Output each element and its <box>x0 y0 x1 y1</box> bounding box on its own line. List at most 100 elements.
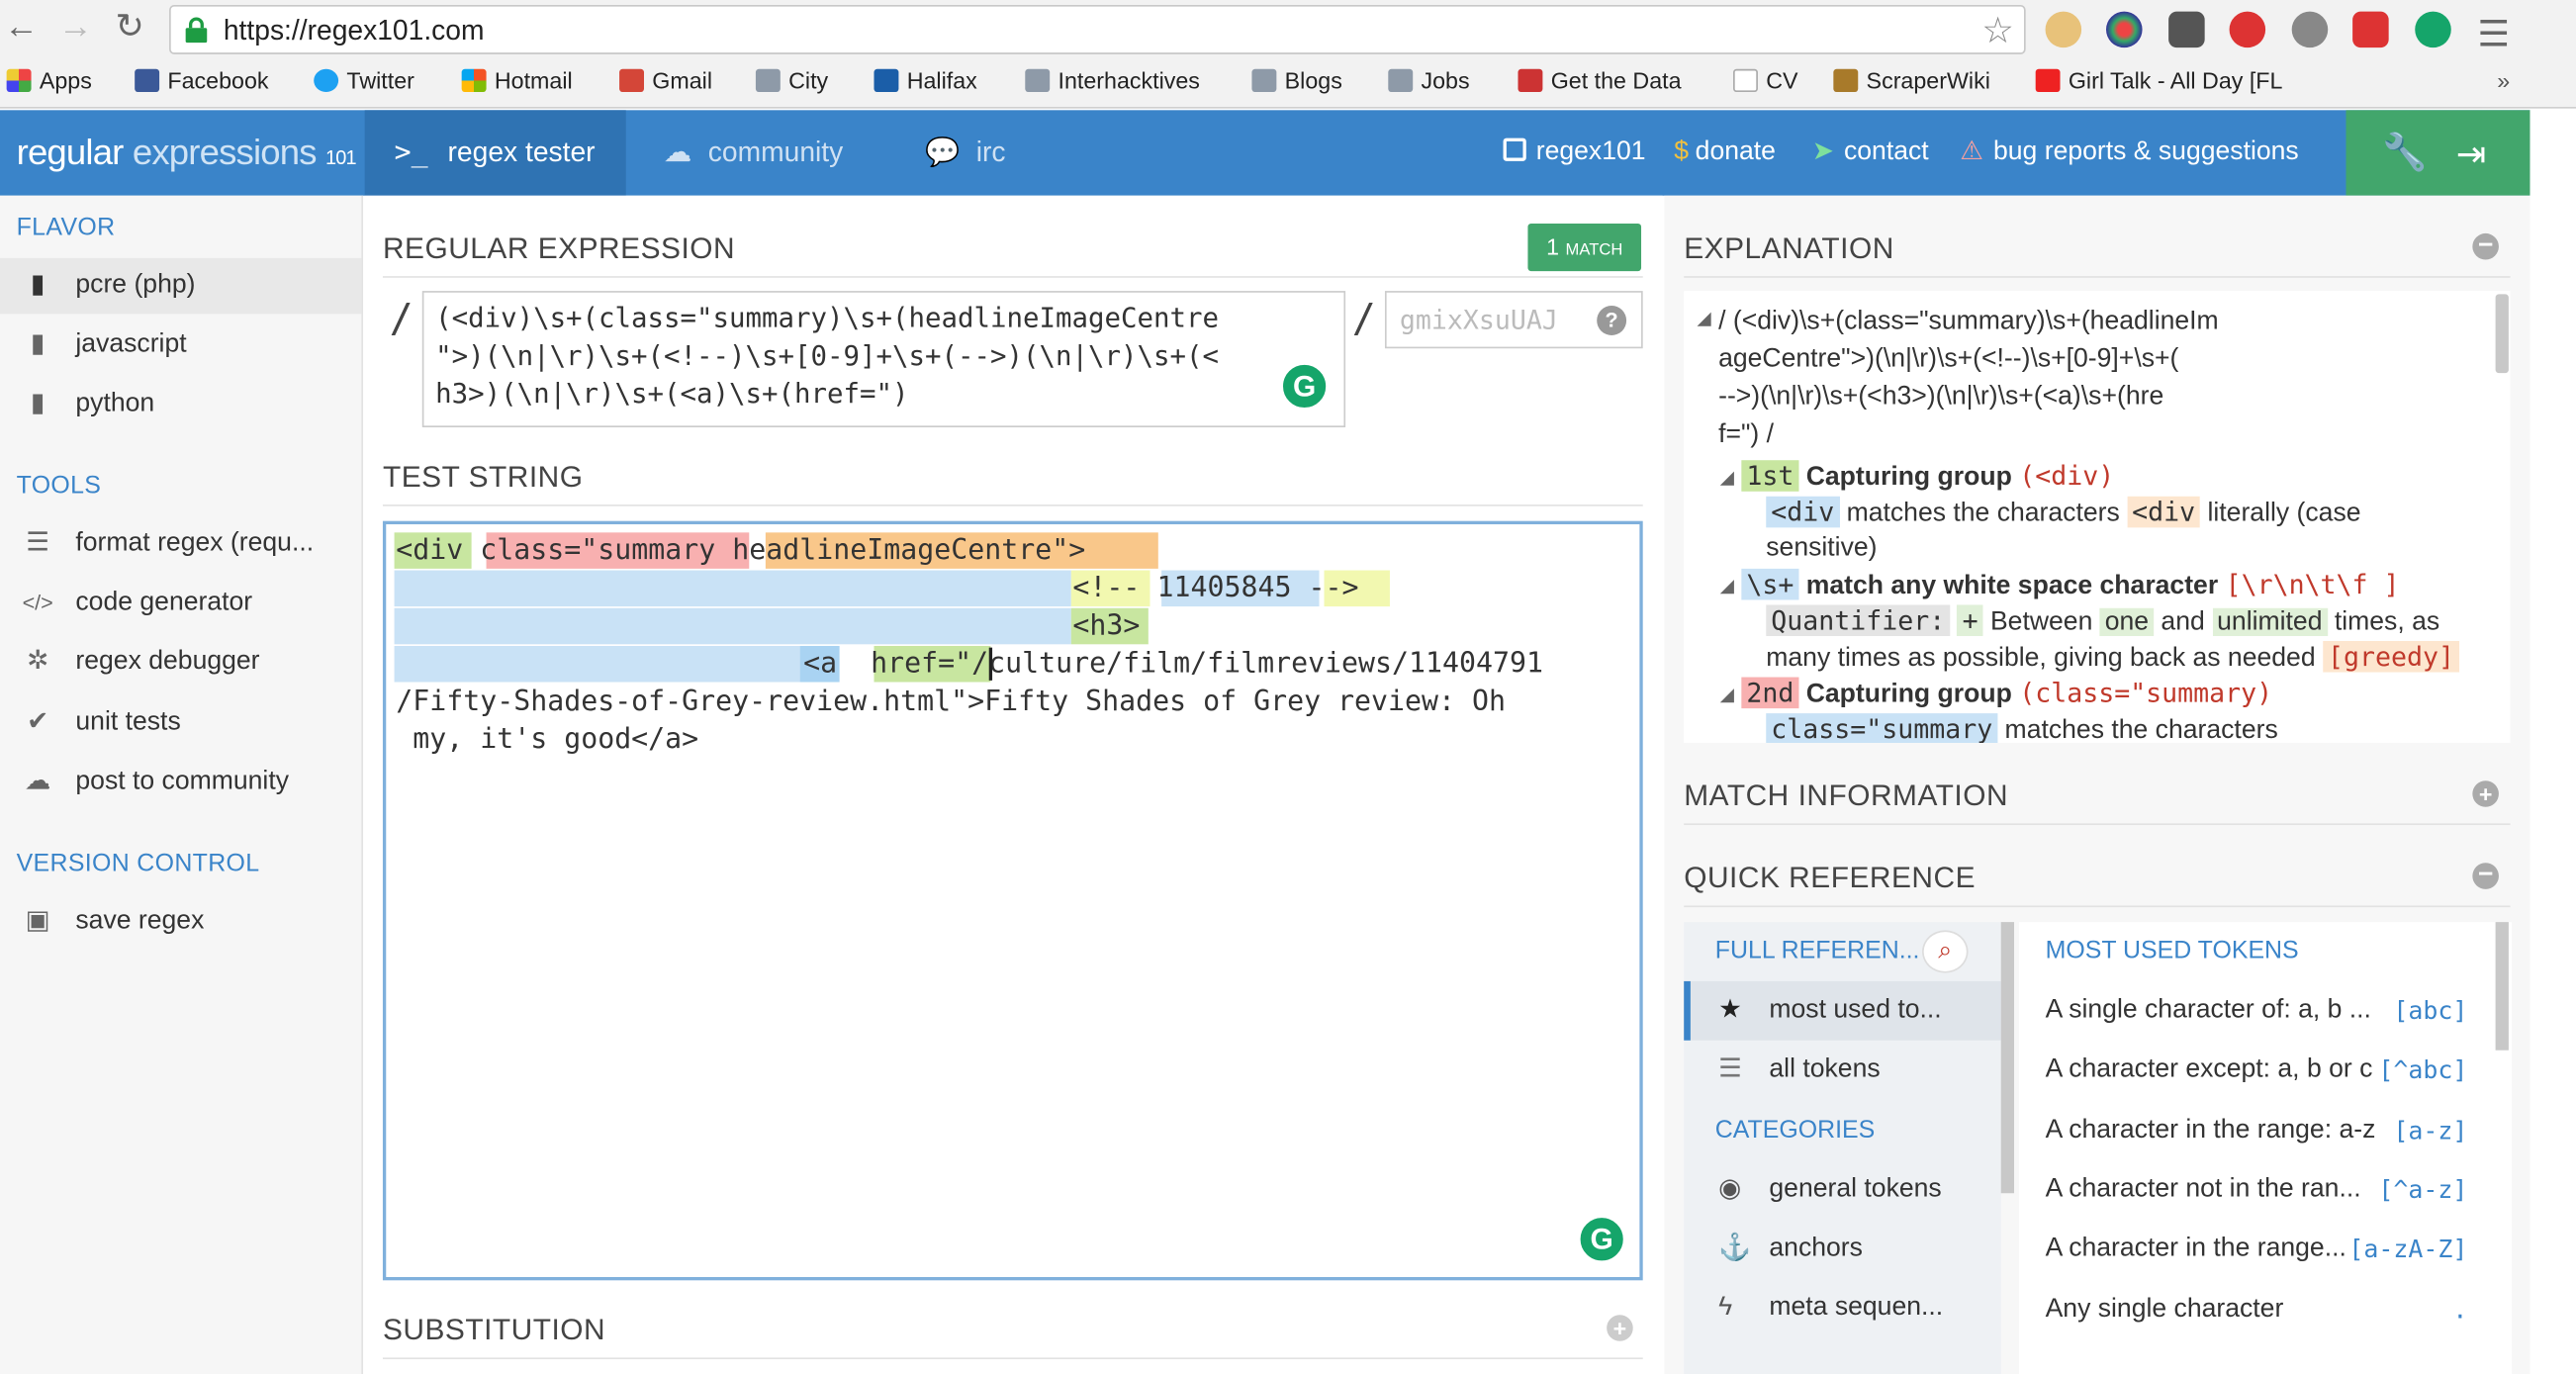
pocket-icon[interactable] <box>2168 11 2205 48</box>
extension-gear-icon[interactable] <box>2291 11 2329 48</box>
collapse-quick-reference-icon[interactable]: − <box>2472 862 2499 889</box>
save-regex[interactable]: ▣ save regex <box>0 894 361 950</box>
extension-color-icon[interactable] <box>2106 11 2143 48</box>
bookmarks-overflow[interactable]: » <box>2497 62 2510 99</box>
bookmark-city[interactable]: City <box>755 62 828 99</box>
pinterest-icon[interactable] <box>2229 11 2266 48</box>
quickref-token-row[interactable]: A character except: a, b or c [^abc] <box>2046 1041 2468 1100</box>
tool-code-generator[interactable]: </> code generator <box>0 576 361 631</box>
menu-icon[interactable]: ☰ <box>2477 13 2510 55</box>
token-syntax: [abc] <box>2393 995 2468 1026</box>
quickref-most-used[interactable]: ★ most used to... <box>1718 981 1942 1041</box>
link-regex101-twitter[interactable]: regex101 <box>1503 135 1646 171</box>
link-donate[interactable]: $ donate <box>1674 135 1776 171</box>
test-line-3: <h3> <box>1072 609 1141 643</box>
bookmark-jobs[interactable]: Jobs <box>1388 62 1470 99</box>
grammarly-ext-icon[interactable] <box>2415 11 2451 48</box>
bookmark-hotmail[interactable]: Hotmail <box>461 62 573 99</box>
bookmark-apps[interactable]: Apps <box>6 62 92 99</box>
bookmark-girl-talk[interactable]: Girl Talk - All Day [FL <box>2035 62 2474 99</box>
tool-format-regex[interactable]: ☰ format regex (requ... <box>0 516 361 572</box>
quickref-token-row[interactable]: A character not in the ran... [^a-z] <box>2046 1160 2468 1220</box>
match-badge: 1 MATCH <box>1527 223 1642 272</box>
quickref-meta-sequences[interactable]: ϟ meta sequen... <box>1718 1279 1943 1338</box>
quickref-token-row[interactable]: A character in the range... [a-zA-Z] <box>2046 1220 2468 1279</box>
test-line-6: my, it's good</a> <box>396 723 699 757</box>
collapse-triangle-icon[interactable]: ◢ <box>1720 684 1734 705</box>
bookmark-get-the-data[interactable]: Get the Data <box>1518 62 1682 99</box>
token-description: Any single character <box>2045 1294 2284 1323</box>
grammarly-icon[interactable]: G <box>1577 1214 1627 1264</box>
page-gutter <box>2530 110 2576 1374</box>
apps-icon <box>6 68 32 93</box>
match-information-heading: MATCH INFORMATION <box>1684 779 2009 812</box>
divider <box>382 504 1643 506</box>
collapse-triangle-icon[interactable]: ◢ <box>1720 467 1734 489</box>
flavor-python[interactable]: ▮ python <box>0 376 361 431</box>
divider <box>1684 905 2511 908</box>
collapse-triangle-icon[interactable]: ◢ <box>1698 308 1711 328</box>
tool-post-to-community[interactable]: ☁ post to community <box>0 755 361 810</box>
link-bug-reports[interactable]: ⚠ bug reports & suggestions <box>1960 135 2298 171</box>
bookmark-facebook[interactable]: Facebook <box>135 62 268 99</box>
test-line-1: <div class="summary headlineImageCentre"… <box>396 533 1086 568</box>
logo-text: regular <box>16 131 133 173</box>
quickref-nav-scrollbar[interactable] <box>2000 922 2015 1194</box>
quickref-token-row[interactable]: A character in the range: a-z [a-z] <box>2046 1101 2468 1160</box>
address-bar[interactable]: https://regex101.com ☆ <box>169 4 2026 54</box>
quickref-token-row[interactable]: A single character of: a, b ... [abc] <box>2046 981 2468 1041</box>
collapse-explanation-icon[interactable]: − <box>2472 232 2499 260</box>
file-icon: ▮ <box>30 389 46 418</box>
help-icon[interactable]: ? <box>1597 306 1627 335</box>
bookmark-star-icon[interactable]: ☆ <box>1981 10 2014 52</box>
expand-substitution-icon[interactable]: + <box>1607 1315 1633 1341</box>
quickref-general-tokens[interactable]: ◉ general tokens <box>1718 1160 1942 1220</box>
sign-in-icon[interactable]: ⇥ <box>2456 134 2487 176</box>
quickref-categories-heading: CATEGORIES <box>1714 1116 1876 1145</box>
test-line-2: <!-- 11405845 --> <box>1072 572 1359 605</box>
tab-community[interactable]: ☁ community <box>634 110 887 195</box>
anchor-icon: ⚓ <box>1718 1234 1752 1263</box>
cloud-icon: ☁ <box>663 136 692 168</box>
flags-input[interactable]: gmixXsuUAJ? <box>1384 291 1643 349</box>
token-syntax: . <box>2452 1294 2468 1325</box>
tab-irc[interactable]: 💬 irc <box>895 110 1042 195</box>
wrench-icon[interactable]: 🔧 <box>2382 132 2428 174</box>
link-contact[interactable]: ➤ contact <box>1812 135 1929 171</box>
quickref-anchors[interactable]: ⚓ anchors <box>1718 1220 1863 1279</box>
grammarly-icon[interactable]: G <box>1279 361 1330 412</box>
bookmark-blogs[interactable]: Blogs <box>1251 62 1342 99</box>
quickref-tokens-scrollbar[interactable] <box>2495 922 2509 1051</box>
youtube-icon <box>2035 68 2061 93</box>
flavor-javascript[interactable]: ▮ javascript <box>0 318 361 373</box>
search-icon[interactable]: ⌕ <box>1922 930 1969 973</box>
quickref-full-reference[interactable]: FULL REFEREN... <box>1715 922 1920 981</box>
flavor-pcre[interactable]: ▮ pcre (php) <box>0 257 362 315</box>
bookmark-halifax[interactable]: Halifax <box>874 62 977 99</box>
tool-regex-debugger[interactable]: ✲ regex debugger <box>0 634 361 689</box>
site-logo[interactable]: regular expressions 101 <box>16 131 357 174</box>
bookmark-gmail[interactable]: Gmail <box>619 62 712 99</box>
bookmark-twitter[interactable]: Twitter <box>314 62 414 99</box>
extension-cookie-icon[interactable] <box>2045 11 2082 48</box>
quickref-all-tokens[interactable]: ☰ all tokens <box>1718 1041 1881 1100</box>
quickref-token-row[interactable]: Any single character. <box>2046 1279 2468 1338</box>
tab-regex-tester[interactable]: >_ regex tester <box>364 110 626 196</box>
dollar-icon: $ <box>1674 137 1690 166</box>
tool-unit-tests[interactable]: ✔ unit tests <box>0 695 361 751</box>
adblock-icon[interactable] <box>2352 11 2389 48</box>
halifax-icon <box>874 68 899 93</box>
collapse-triangle-icon[interactable]: ◢ <box>1720 576 1734 596</box>
reload-icon[interactable]: ↻ <box>112 9 148 46</box>
bookmark-interhacktives[interactable]: Interhacktives <box>1025 62 1200 99</box>
bookmark-cv[interactable]: CV <box>1733 62 1798 99</box>
divider <box>1684 823 2511 826</box>
forward-icon[interactable]: → <box>57 9 94 46</box>
back-icon[interactable]: ← <box>3 9 40 46</box>
expand-match-info-icon[interactable]: + <box>2472 780 2499 807</box>
twitter-icon <box>314 68 339 93</box>
most-used-tokens-heading: MOST USED TOKENS <box>2045 937 2299 965</box>
explanation-scrollbar[interactable] <box>2495 294 2509 374</box>
bookmark-scraperwiki[interactable]: ScraperWiki <box>1833 62 1990 99</box>
regex-input[interactable]: (<div)\s+(class="summary)\s+(headlineIma… <box>421 291 1346 427</box>
